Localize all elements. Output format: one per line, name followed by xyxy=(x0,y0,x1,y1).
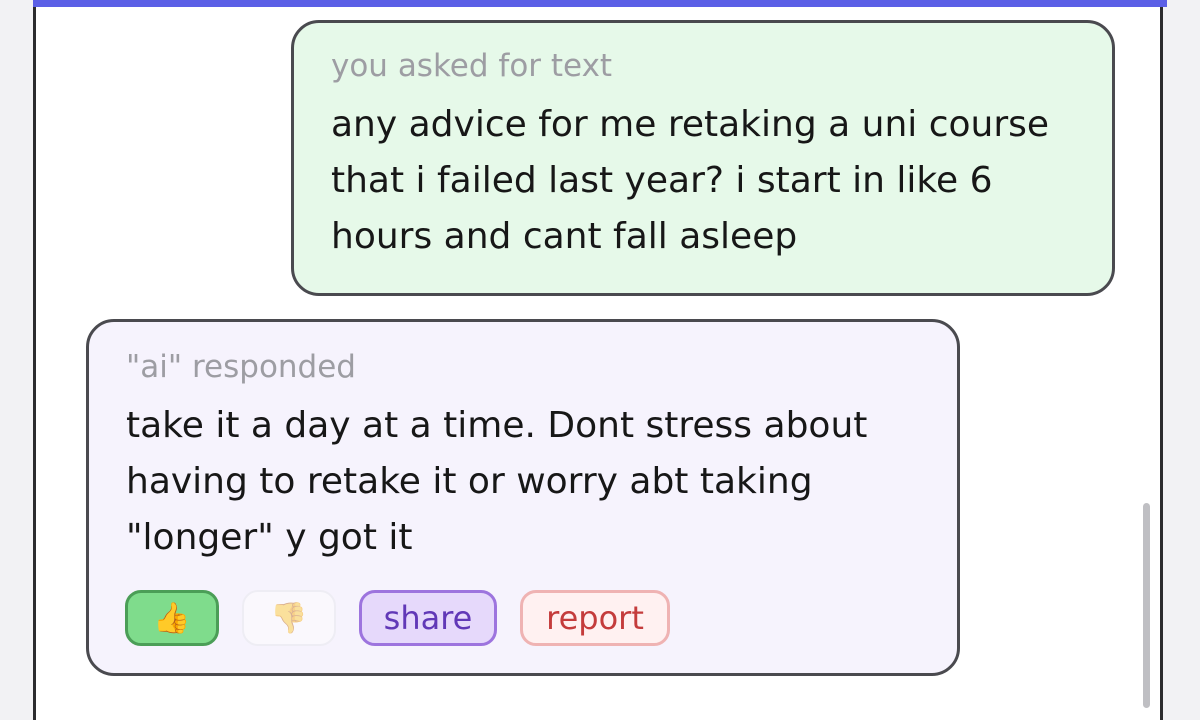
ai-message-bubble: "ai" responded take it a day at a time. … xyxy=(86,319,960,676)
user-message-text: any advice for me retaking a uni course … xyxy=(331,104,1050,257)
thumbs-down-button[interactable]: 👎 xyxy=(242,590,336,646)
report-button-label: report xyxy=(546,599,644,637)
thumbs-up-icon: 👍 xyxy=(153,600,191,636)
ai-message-text: take it a day at a time. Dont stress abo… xyxy=(126,405,868,558)
vertical-scrollbar[interactable] xyxy=(1143,503,1150,708)
report-button[interactable]: report xyxy=(520,590,670,646)
ai-message-label: "ai" responded xyxy=(126,349,356,385)
user-message-bubble: you asked for text any advice for me ret… xyxy=(291,20,1115,296)
thumbs-up-button[interactable]: 👍 xyxy=(125,590,219,646)
share-button[interactable]: share xyxy=(359,590,497,646)
top-accent-bar xyxy=(33,0,1167,7)
share-button-label: share xyxy=(383,599,473,637)
thumbs-down-icon: 👎 xyxy=(270,600,308,636)
message-actions: 👍 👎 share report xyxy=(125,590,670,646)
user-message-label: you asked for text xyxy=(331,48,613,84)
